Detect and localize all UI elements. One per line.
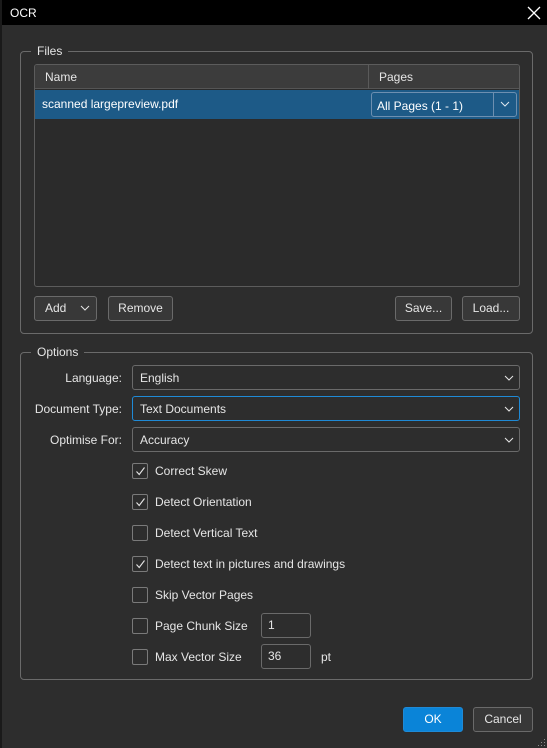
title-bar: OCR xyxy=(2,0,547,25)
ok-button[interactable]: OK xyxy=(403,707,463,732)
window-title: OCR xyxy=(10,6,37,20)
detect-vertical-text-checkbox[interactable] xyxy=(132,525,148,541)
optimise-for-value: Accuracy xyxy=(140,433,190,447)
column-divider[interactable] xyxy=(368,65,369,89)
files-table: Name Pages scanned largepreview.pdf All … xyxy=(34,64,520,287)
document-type-value: Text Documents xyxy=(140,402,227,416)
optimise-for-label: Optimise For: xyxy=(49,433,122,447)
correct-skew-label[interactable]: Correct Skew xyxy=(155,464,227,478)
column-header-pages[interactable]: Pages xyxy=(379,65,413,89)
file-name: scanned largepreview.pdf xyxy=(42,97,179,111)
max-vector-size-input[interactable]: 36 xyxy=(261,644,311,669)
chevron-down-icon xyxy=(504,406,514,412)
close-icon xyxy=(527,6,541,20)
language-dropdown[interactable]: English xyxy=(132,365,520,390)
add-button[interactable]: Add xyxy=(34,296,97,321)
options-legend: Options xyxy=(31,345,85,359)
max-vector-size-label[interactable]: Max Vector Size xyxy=(155,650,242,664)
skip-vector-pages-checkbox[interactable] xyxy=(132,587,148,603)
resize-grip-icon[interactable] xyxy=(538,739,546,747)
table-header: Name Pages xyxy=(35,65,519,89)
language-label: Language: xyxy=(65,371,122,385)
detect-orientation-label[interactable]: Detect Orientation xyxy=(155,495,252,509)
column-header-name[interactable]: Name xyxy=(45,65,77,89)
checkmark-icon xyxy=(136,467,145,476)
chevron-down-icon xyxy=(504,437,514,443)
max-vector-size-checkbox[interactable] xyxy=(132,649,148,665)
dropdown-separator xyxy=(493,93,494,116)
detect-text-in-pictures-checkbox[interactable] xyxy=(132,556,148,572)
detect-text-in-pictures-label[interactable]: Detect text in pictures and drawings xyxy=(155,557,345,571)
detect-orientation-checkbox[interactable] xyxy=(132,494,148,510)
chevron-down-icon xyxy=(80,305,90,311)
max-vector-size-unit: pt xyxy=(321,650,332,664)
page-chunk-size-checkbox[interactable] xyxy=(132,618,148,634)
page-chunk-size-label[interactable]: Page Chunk Size xyxy=(155,619,248,633)
chevron-down-icon xyxy=(504,375,514,381)
language-value: English xyxy=(140,371,180,385)
remove-button[interactable]: Remove xyxy=(108,296,173,321)
pages-dropdown[interactable]: All Pages (1 - 1) xyxy=(371,92,517,117)
checkmark-icon xyxy=(136,498,145,507)
skip-vector-pages-label[interactable]: Skip Vector Pages xyxy=(155,588,253,602)
document-type-label: Document Type: xyxy=(34,402,122,416)
checkmark-icon xyxy=(136,560,145,569)
document-type-dropdown[interactable]: Text Documents xyxy=(132,396,520,421)
load-button[interactable]: Load... xyxy=(462,296,520,321)
detect-vertical-text-label[interactable]: Detect Vertical Text xyxy=(155,526,258,540)
ocr-dialog: OCR Files Name Pages scanned largeprevie… xyxy=(0,0,547,748)
pages-dropdown-value: All Pages (1 - 1) xyxy=(377,99,464,113)
add-button-label: Add xyxy=(45,301,67,315)
close-button[interactable] xyxy=(523,2,545,24)
files-legend: Files xyxy=(31,44,69,58)
chevron-down-icon xyxy=(500,101,510,107)
optimise-for-dropdown[interactable]: Accuracy xyxy=(132,427,520,452)
save-button[interactable]: Save... xyxy=(395,296,452,321)
table-row[interactable]: scanned largepreview.pdf All Pages (1 - … xyxy=(35,90,519,119)
page-chunk-size-input[interactable]: 1 xyxy=(261,613,311,638)
correct-skew-checkbox[interactable] xyxy=(132,463,148,479)
cancel-button[interactable]: Cancel xyxy=(473,707,533,732)
